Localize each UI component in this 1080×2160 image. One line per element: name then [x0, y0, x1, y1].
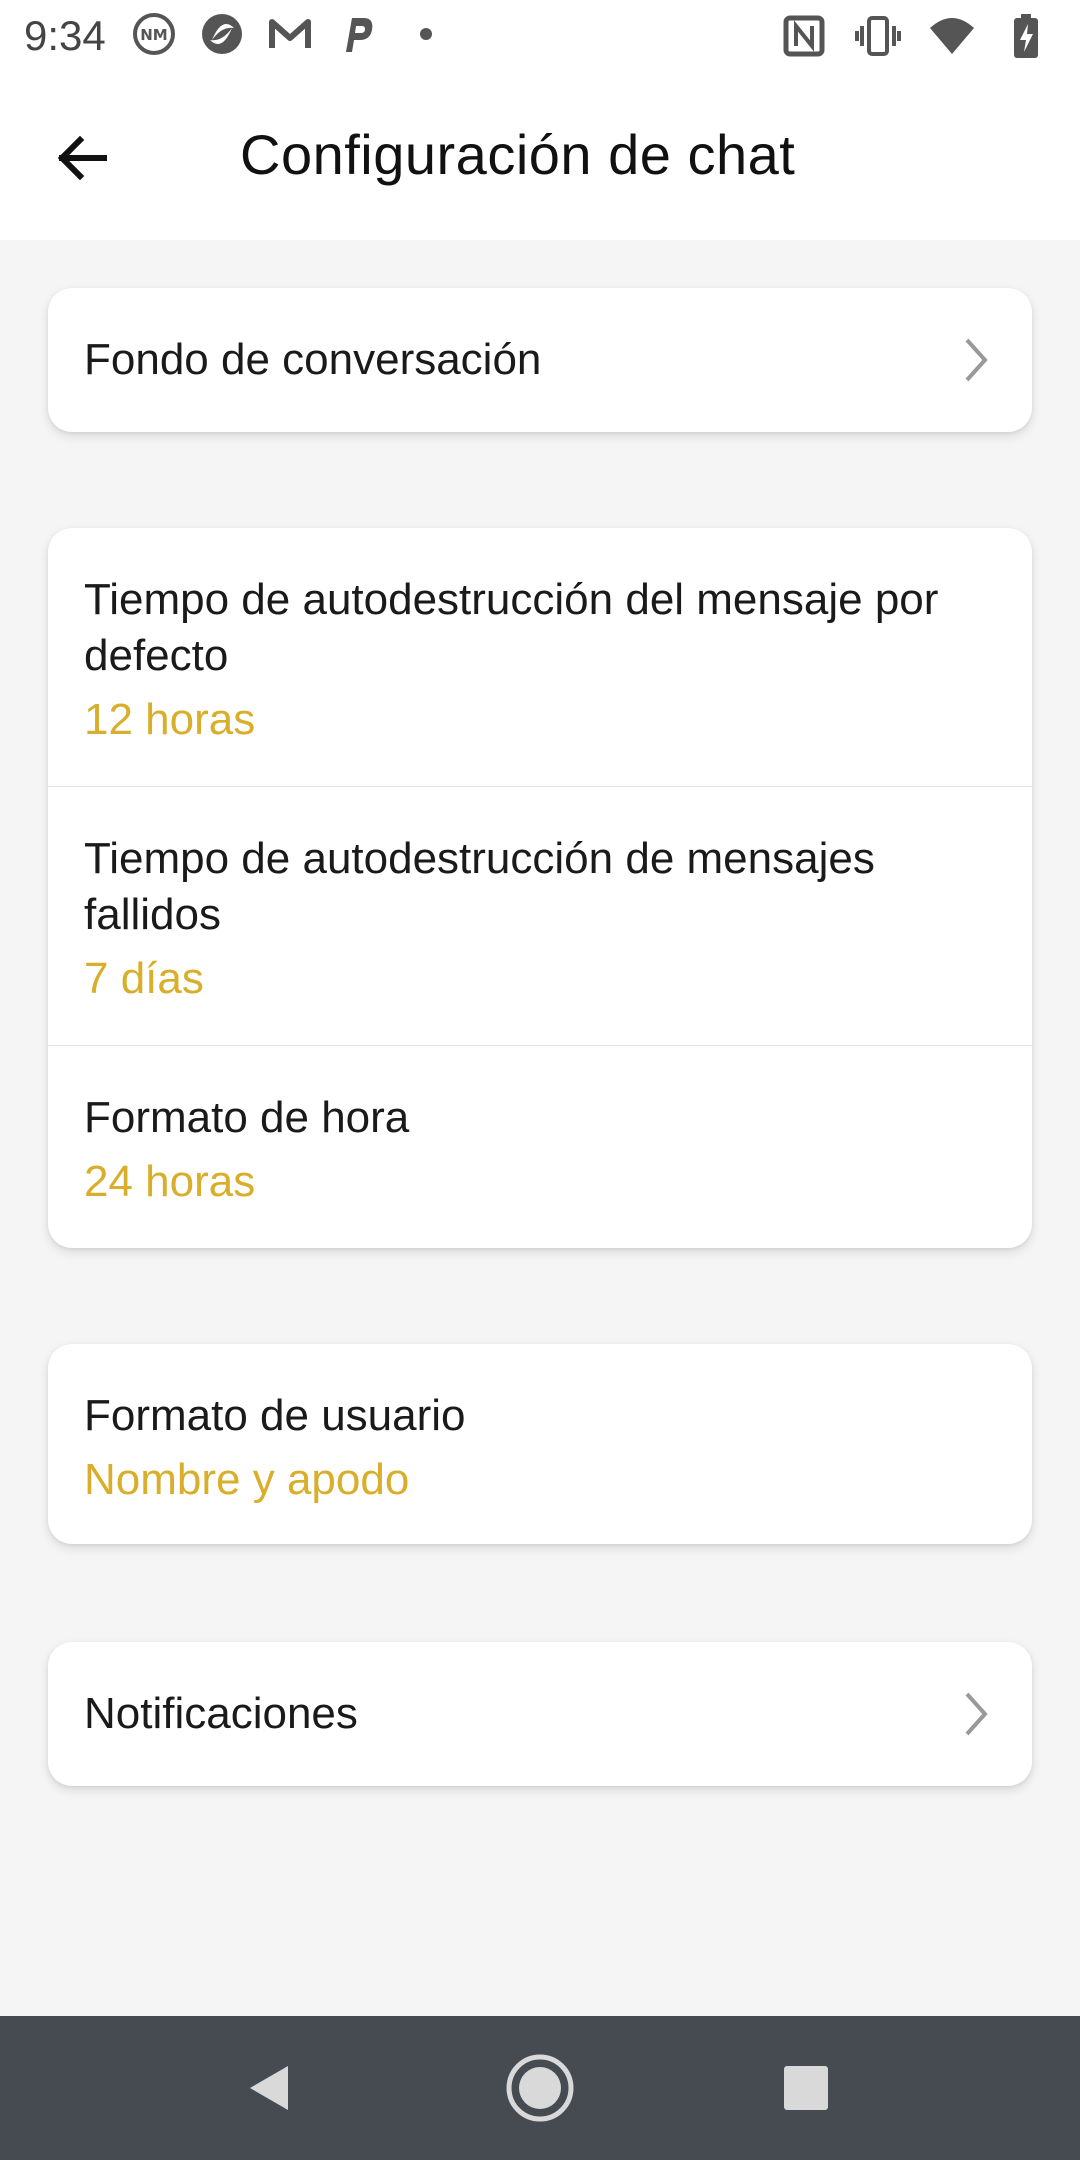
system-nav-bar: [0, 2016, 1080, 2160]
back-button[interactable]: [40, 116, 124, 200]
failed-self-destruct-label: Tiempo de autodestrucción de mensajes fa…: [84, 834, 875, 939]
user-format-value: Nombre y apodo: [84, 1455, 410, 1504]
user-format-row[interactable]: Formato de usuario Nombre y apodo: [48, 1344, 1032, 1544]
gmail-icon: [266, 10, 314, 58]
user-format-card: Formato de usuario Nombre y apodo: [48, 1344, 1032, 1544]
default-self-destruct-row[interactable]: Tiempo de autodestrucción del mensaje po…: [48, 528, 1032, 786]
time-format-label: Formato de hora: [84, 1093, 410, 1142]
chevron-right-icon: [956, 1686, 996, 1742]
battery-icon: [1002, 12, 1050, 60]
default-self-destruct-label: Tiempo de autodestrucción del mensaje po…: [84, 575, 939, 680]
status-time: 9:34: [24, 12, 106, 59]
notification-icons: NM: [130, 10, 450, 58]
dot-icon: [402, 10, 450, 58]
chevron-right-icon: [956, 332, 996, 388]
nfc-icon: [780, 12, 828, 60]
message-settings-card: Tiempo de autodestrucción del mensaje po…: [48, 528, 1032, 1248]
wifi-icon: [928, 12, 976, 60]
chat-background-row[interactable]: Fondo de conversación: [48, 288, 1032, 432]
status-bar: 9:34 NM: [0, 0, 1080, 72]
vibrate-icon: [854, 12, 902, 60]
background-card: Fondo de conversación: [48, 288, 1032, 432]
square-recents-icon: [784, 2066, 828, 2110]
arrow-back-icon: [57, 135, 107, 181]
time-format-value: 24 horas: [84, 1157, 256, 1206]
notifications-label: Notificaciones: [84, 1689, 358, 1738]
news-icon: NM: [130, 10, 178, 58]
default-self-destruct-value: 12 horas: [84, 695, 256, 744]
system-icons: [780, 12, 1050, 60]
app-bar: Configuración de chat: [0, 72, 1080, 240]
svg-text:NM: NM: [140, 26, 167, 44]
parking-icon: [334, 10, 382, 58]
circle-home-icon: [506, 2054, 574, 2122]
failed-self-destruct-row[interactable]: Tiempo de autodestrucción de mensajes fa…: [48, 787, 1032, 1045]
page-title: Configuración de chat: [240, 123, 796, 186]
notifications-card: Notificaciones: [48, 1642, 1032, 1786]
time-format-row[interactable]: Formato de hora 24 horas: [48, 1046, 1032, 1248]
camera-app-icon: [198, 10, 246, 58]
triangle-back-icon: [250, 2066, 288, 2110]
failed-self-destruct-value: 7 días: [84, 954, 204, 1003]
notifications-row[interactable]: Notificaciones: [48, 1642, 1032, 1786]
nav-back-button[interactable]: [234, 2052, 306, 2124]
nav-recents-button[interactable]: [770, 2052, 842, 2124]
chat-background-label: Fondo de conversación: [84, 335, 542, 384]
user-format-label: Formato de usuario: [84, 1391, 466, 1440]
nav-home-button[interactable]: [504, 2052, 576, 2124]
